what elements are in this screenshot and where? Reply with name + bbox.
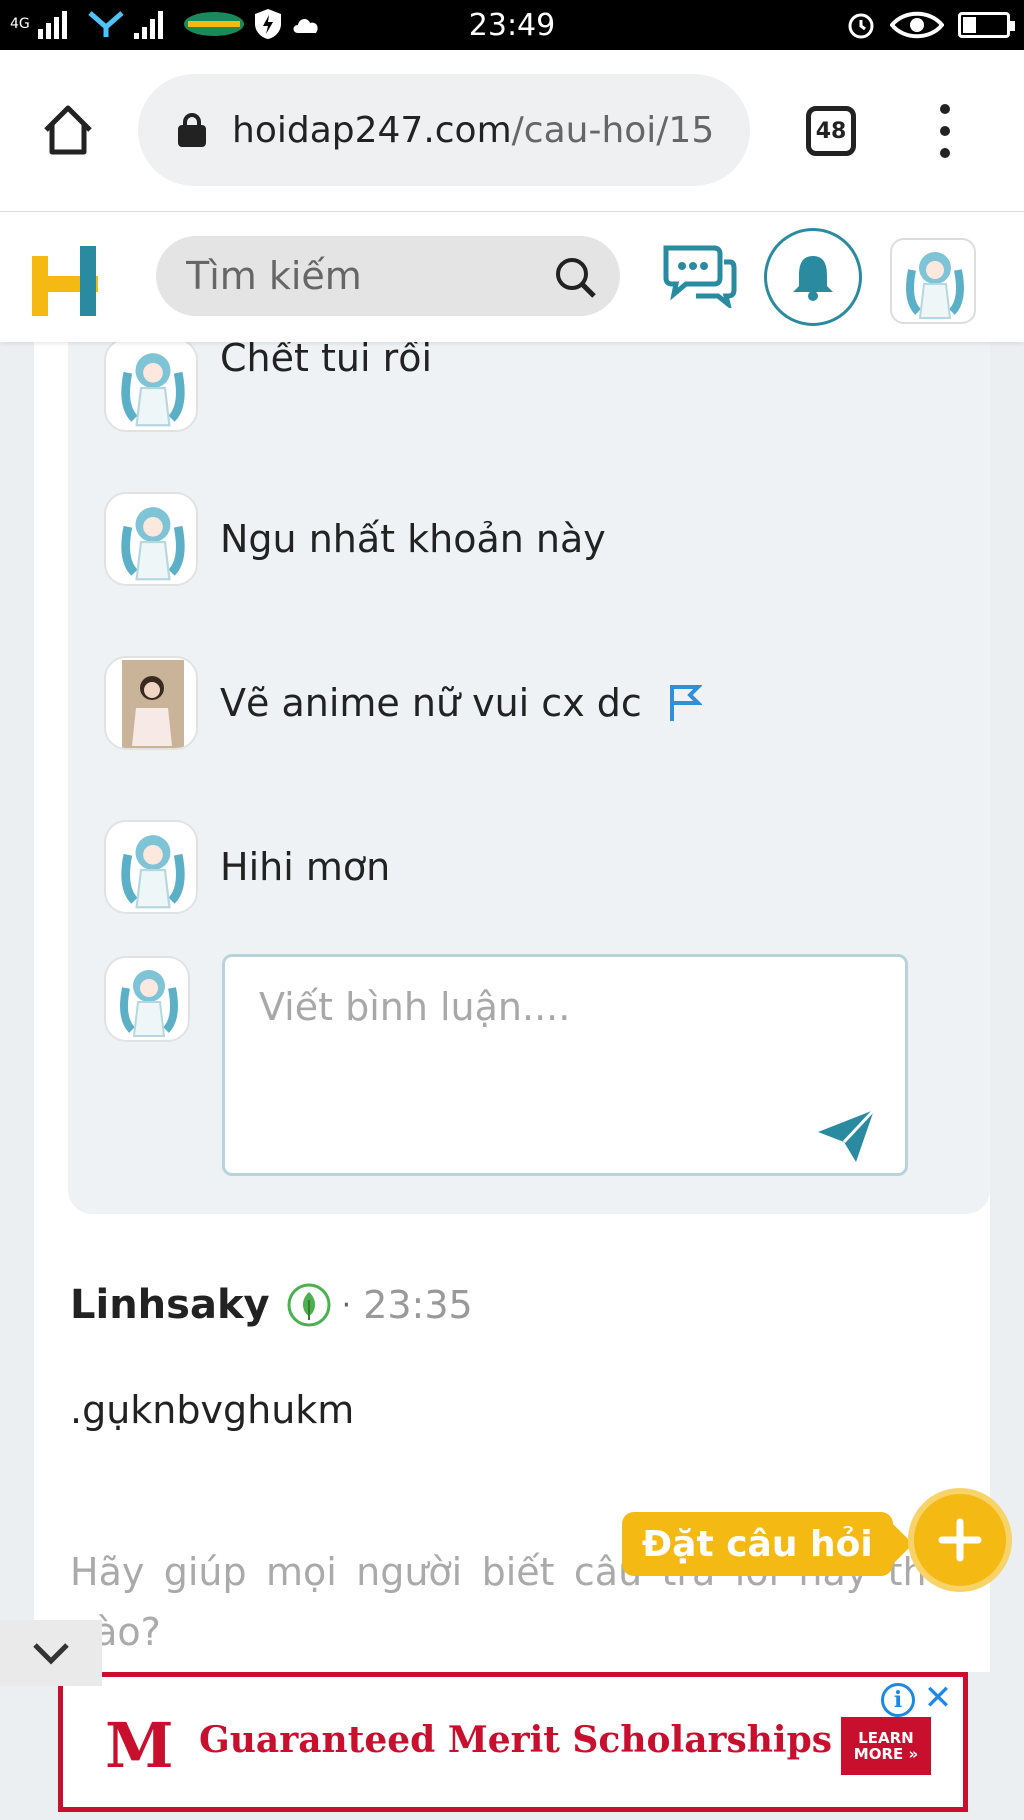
- comment-text: Vẽ anime nữ vui cx dc: [220, 681, 642, 725]
- comment-item: Vẽ anime nữ vui cx dc: [104, 656, 702, 750]
- comment-text: Hihi mơn: [220, 845, 391, 889]
- ad-headline[interactable]: Guaranteed Merit Scholarships: [199, 1719, 832, 1761]
- status-bar: 4G 23:49: [0, 0, 1024, 50]
- anime-avatar-image: [121, 835, 185, 909]
- battery-icon: [958, 12, 1015, 38]
- status-right: [846, 10, 1015, 40]
- search-input[interactable]: [186, 254, 546, 298]
- ask-question-label[interactable]: Đặt câu hỏi: [622, 1512, 913, 1576]
- comment-avatar[interactable]: [104, 338, 198, 432]
- comment-avatar[interactable]: [104, 820, 198, 914]
- chevron-down-icon: [33, 1643, 69, 1665]
- collapse-ad-button[interactable]: [0, 1620, 102, 1686]
- search-bar[interactable]: [156, 236, 620, 316]
- rank-leaf-icon: [287, 1283, 331, 1327]
- ad-cta-line2: MORE »: [853, 1745, 919, 1763]
- bell-icon: [793, 256, 833, 301]
- site-logo[interactable]: [32, 246, 98, 316]
- answer-body: .gụknbvghukm: [70, 1388, 355, 1432]
- comment-item: Chết tui rồi: [104, 336, 433, 432]
- url-bar[interactable]: hoidap247.com/cau-hoi/15: [138, 74, 750, 186]
- chat-icon[interactable]: [662, 242, 738, 308]
- anime-avatar-image: [121, 353, 185, 427]
- comment-text: Chết tui rồi: [220, 336, 433, 380]
- answer-card: Chết tui rồi Ngu nhất khoản này Vẽ anime…: [34, 332, 990, 1672]
- url-domain: hoidap247.com: [232, 109, 512, 151]
- anime-avatar-image: [120, 970, 178, 1037]
- comment-item: Ngu nhất khoản này: [104, 492, 606, 586]
- anime-avatar-image: [121, 507, 185, 581]
- search-icon[interactable]: [554, 256, 598, 300]
- site-header: [0, 212, 1024, 342]
- eye-icon: [890, 11, 944, 39]
- comment-item: Hihi mơn: [104, 820, 390, 914]
- separator-dot: ·: [341, 1287, 352, 1323]
- answer-author[interactable]: Linhsaky: [70, 1282, 270, 1328]
- url-text[interactable]: hoidap247.com/cau-hoi/15: [232, 110, 732, 151]
- comment-text: Ngu nhất khoản này: [220, 517, 606, 561]
- comment-avatar[interactable]: [104, 656, 198, 750]
- browser-toolbar: hoidap247.com/cau-hoi/15 48: [0, 50, 1024, 212]
- comment-input[interactable]: [222, 954, 908, 1176]
- url-path: /cau-hoi/15: [511, 109, 715, 151]
- overflow-menu-icon[interactable]: [930, 104, 960, 158]
- compose-avatar: [104, 956, 190, 1042]
- notification-button[interactable]: [764, 228, 862, 326]
- home-icon[interactable]: [40, 102, 96, 158]
- lock-icon: [178, 113, 206, 147]
- alarm-icon: [848, 13, 874, 39]
- comment-avatar[interactable]: [104, 492, 198, 586]
- ad-info-icon[interactable]: i: [881, 1683, 915, 1717]
- ad-close-icon[interactable]: ✕: [921, 1678, 955, 1718]
- answer-header: Linhsaky · 23:35: [70, 1282, 473, 1328]
- anime-avatar-image: [906, 252, 964, 319]
- ad-logo: M: [105, 1709, 174, 1782]
- ad-learn-more-button[interactable]: LEARN MORE »: [841, 1717, 931, 1775]
- send-icon[interactable]: [816, 1108, 876, 1164]
- photo-avatar-image: [122, 660, 184, 748]
- report-flag-icon[interactable]: [668, 683, 702, 723]
- ad-banner[interactable]: M Guaranteed Merit Scholarships LEARN MOR…: [58, 1672, 968, 1812]
- answer-time: 23:35: [363, 1283, 473, 1327]
- ask-question-button[interactable]: [908, 1488, 1012, 1592]
- tab-switcher-button[interactable]: 48: [806, 106, 856, 156]
- plus-icon: [938, 1518, 982, 1562]
- user-avatar[interactable]: [890, 238, 976, 324]
